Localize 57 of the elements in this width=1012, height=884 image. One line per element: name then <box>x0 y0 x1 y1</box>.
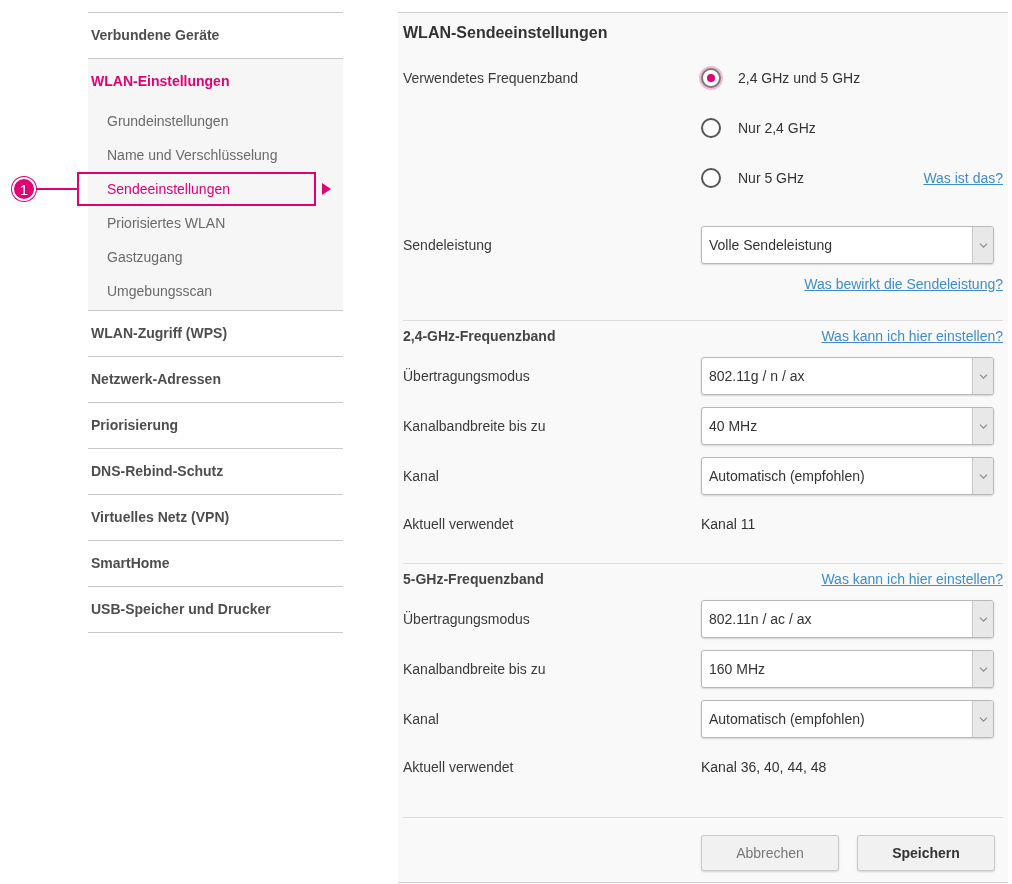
sidebar-subitem[interactable]: Umgebungsscan <box>107 280 213 302</box>
sidebar-item[interactable]: Netzwerk-Adressen <box>91 369 221 390</box>
field-label: Kanalbandbreite bis zu <box>403 416 547 436</box>
field-label: Kanal <box>403 709 440 729</box>
chevron-down-icon <box>978 666 988 672</box>
dropdown-select[interactable]: 160 MHz <box>701 650 994 688</box>
help-link[interactable]: Was ist das? <box>923 170 1003 186</box>
cancel-button[interactable]: Abbrechen <box>701 835 839 871</box>
sidebar-subitem[interactable]: Gastzugang <box>107 246 183 268</box>
radio-button[interactable] <box>701 118 721 138</box>
dropdown-select[interactable]: Volle Sendeleistung <box>701 226 994 264</box>
chevron-down-icon <box>978 373 988 379</box>
chevron-down-icon <box>978 473 988 479</box>
sidebar-item[interactable]: Priorisierung <box>91 415 179 436</box>
chevron-down-icon <box>978 716 988 722</box>
sidebar-subitem[interactable]: Grundeinstellungen <box>107 110 229 132</box>
section-heading: 2,4-GHz-Frequenzband <box>403 326 556 346</box>
sidebar-subitem[interactable]: Name und Verschlüsselung <box>107 144 278 166</box>
field-label: Sendeleistung <box>403 235 493 255</box>
sidebar-item[interactable]: Verbundene Geräte <box>91 25 220 46</box>
dropdown-select[interactable]: 40 MHz <box>701 407 994 445</box>
field-label: Verwendetes Frequenzband <box>403 68 579 88</box>
field-label: Aktuell verwendet <box>403 514 515 534</box>
radio-button[interactable] <box>701 68 721 88</box>
sidebar-item[interactable]: WLAN-Zugriff (WPS) <box>91 323 228 344</box>
field-label: Übertragungsmodus <box>403 609 531 629</box>
dropdown-select[interactable]: 802.11g / n / ax <box>701 357 994 395</box>
panel-title: WLAN-Sendeeinstellungen <box>403 23 608 43</box>
help-link[interactable]: Was bewirkt die Sendeleistung? <box>804 273 1003 295</box>
radio-label: 2,4 GHz und 5 GHz <box>738 68 861 88</box>
callout-number-badge: 1 <box>12 177 36 201</box>
radio-button[interactable] <box>701 168 721 188</box>
callout-line <box>36 188 77 190</box>
dropdown-select[interactable]: 802.11n / ac / ax <box>701 600 994 638</box>
field-value: Kanal 11 <box>701 514 757 534</box>
sidebar-item[interactable]: DNS-Rebind-Schutz <box>91 461 224 482</box>
dropdown-select[interactable]: Automatisch (empfohlen) <box>701 457 994 495</box>
sidebar-item[interactable]: WLAN-Einstellungen <box>91 71 230 92</box>
sidebar-subitem[interactable]: Sendeeinstellungen <box>107 178 230 200</box>
field-label: Kanal <box>403 466 440 486</box>
chevron-down-icon <box>978 423 988 429</box>
field-label: Kanalbandbreite bis zu <box>403 659 547 679</box>
field-label: Aktuell verwendet <box>403 757 515 777</box>
field-label: Übertragungsmodus <box>403 366 531 386</box>
sidebar-subitem[interactable]: Priorisiertes WLAN <box>107 212 226 234</box>
section-heading: 5-GHz-Frequenzband <box>403 569 544 589</box>
radio-label: Nur 5 GHz <box>738 168 805 188</box>
chevron-down-icon <box>978 616 988 622</box>
field-value: Kanal 36, 40, 44, 48 <box>701 757 828 777</box>
sidebar-item[interactable]: SmartHome <box>91 553 170 574</box>
dropdown-select[interactable]: Automatisch (empfohlen) <box>701 700 994 738</box>
triangle-pointer-icon <box>322 183 331 195</box>
sidebar-item[interactable]: Virtuelles Netz (VPN) <box>91 507 230 528</box>
radio-label: Nur 2,4 GHz <box>738 118 816 138</box>
save-button[interactable]: Speichern <box>857 835 995 871</box>
sidebar-item[interactable]: USB-Speicher und Drucker <box>91 599 271 620</box>
chevron-down-icon <box>978 242 988 248</box>
